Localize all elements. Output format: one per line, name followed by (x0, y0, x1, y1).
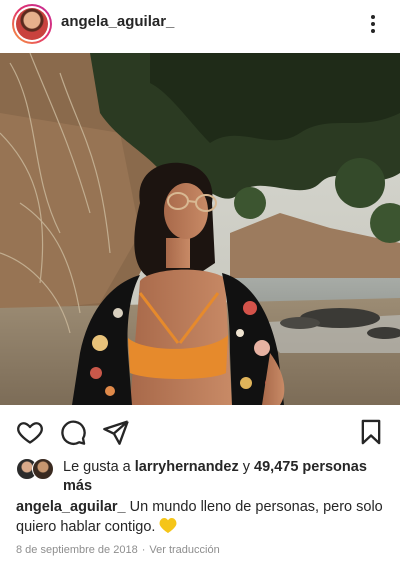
more-vertical-icon[interactable] (363, 12, 383, 38)
post-date: 8 de septiembre de 2018 (16, 544, 138, 556)
see-translation-link[interactable]: Ver traducción (149, 544, 219, 556)
caption-username[interactable]: angela_aguilar_ (16, 499, 126, 515)
post-username[interactable]: angela_aguilar_ (61, 13, 174, 30)
likes-prefix: Le gusta a (63, 459, 131, 475)
comment-icon[interactable] (59, 418, 87, 446)
beach-portrait-photo (0, 53, 400, 405)
post-photo[interactable] (0, 53, 400, 405)
meta-separator: · (141, 544, 146, 556)
post-action-bar (0, 412, 400, 452)
post-header: angela_aguilar_ (0, 0, 400, 52)
post-caption: angela_aguilar_ Un mundo lleno de person… (16, 497, 388, 540)
likes-text: Le gusta a larryhernandez y 49,475 perso… (63, 458, 388, 496)
liker-avatars (16, 458, 56, 480)
liked-by-username[interactable]: larryhernandez (135, 459, 239, 475)
avatar-story-ring[interactable] (12, 4, 52, 44)
liker-avatar[interactable] (32, 458, 54, 480)
send-icon[interactable] (102, 418, 130, 446)
likes-join: y (242, 459, 251, 475)
yellow-heart-icon (159, 517, 177, 540)
bookmark-icon[interactable] (357, 418, 385, 446)
avatar (16, 8, 48, 40)
avatar-border (14, 6, 50, 42)
heart-icon[interactable] (16, 418, 44, 446)
post-meta: 8 de septiembre de 2018 · Ver traducción (16, 544, 220, 556)
